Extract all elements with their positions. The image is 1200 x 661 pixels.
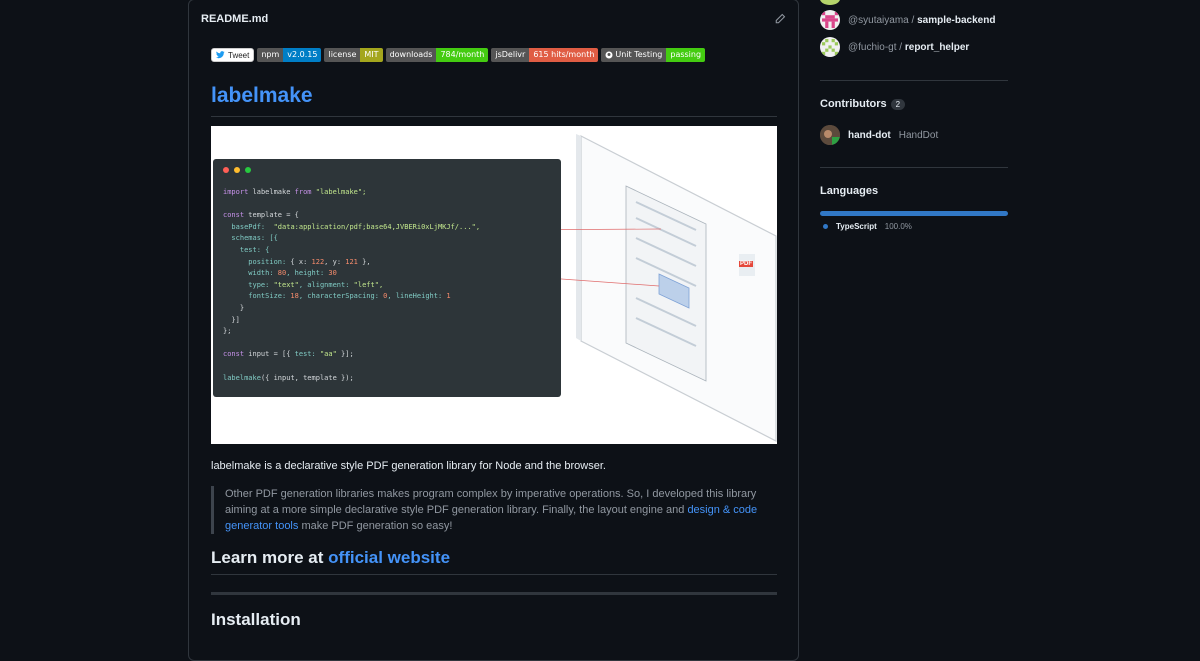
dependent-owner: @syutaiyama <box>848 14 909 26</box>
github-icon <box>605 51 613 59</box>
horizontal-rule <box>211 592 777 595</box>
identicon-avatar <box>820 37 840 57</box>
tweet-label: Tweet <box>228 50 250 60</box>
code-sample: import labelmake from "labelmake"; const… <box>223 188 481 382</box>
learn-more-prefix: Learn more at <box>211 548 329 567</box>
contributor-login: hand-dot <box>848 129 891 141</box>
readme-title-heading: labelmake <box>211 84 777 117</box>
readme-content: Tweet npm v2.0.15 license MIT downloads 784… <box>211 48 777 629</box>
window-minimize-dot <box>234 167 240 173</box>
learn-more-heading: Learn more at official website <box>211 548 777 575</box>
pdf-file-label: PDF <box>739 261 753 267</box>
code-window: import labelmake from "labelmake"; const… <box>213 159 561 397</box>
contributor-name: HandDot <box>898 129 939 141</box>
window-maximize-dot <box>245 167 251 173</box>
dependent-repo: report_helper <box>904 41 970 53</box>
readme-panel: README.md Tweet npm v2.0.15 license MIT do… <box>188 0 799 661</box>
identicon-avatar <box>820 10 840 30</box>
avatar-photo-icon <box>820 125 840 145</box>
jsdelivr-badge[interactable]: jsDelivr 615 hits/month <box>491 48 599 62</box>
badge-label: downloads <box>385 48 437 62</box>
sidebar-divider <box>820 80 1008 81</box>
readme-description: labelmake is a declarative style PDF gen… <box>211 460 606 472</box>
official-website-link[interactable]: official website <box>328 548 450 567</box>
identicon-icon <box>822 39 838 55</box>
sidebar-divider <box>820 167 1008 168</box>
hero-image: import labelmake from "labelmake"; const… <box>211 126 777 444</box>
readme-filename: README.md <box>201 13 269 25</box>
dependent-item[interactable]: @syutaiyama / sample-backend <box>820 10 995 30</box>
npm-badge[interactable]: npm v2.0.15 <box>257 48 322 62</box>
contributors-heading[interactable]: Contributors 2 <box>820 98 906 110</box>
twitter-icon <box>216 51 225 59</box>
badge-value: passing <box>666 48 706 62</box>
tweet-badge[interactable]: Tweet <box>211 48 255 62</box>
badge-value: 784/month <box>436 48 489 62</box>
badge-label: license <box>324 48 361 62</box>
dependent-separator: / <box>899 41 903 53</box>
badge-value: v2.0.15 <box>283 48 322 62</box>
contributors-count-badge: 2 <box>890 98 906 110</box>
contributor-item[interactable]: hand-dot HandDot <box>820 125 938 145</box>
language-name: TypeScript <box>836 222 877 231</box>
pdf-file-icon: PDF <box>739 254 755 276</box>
readme-blockquote: Other PDF generation libraries makes pro… <box>211 486 765 534</box>
window-close-dot <box>223 167 229 173</box>
language-item[interactable]: TypeScript 100.0% <box>823 222 912 231</box>
dependent-repo: sample-backend <box>917 14 996 26</box>
quote-text: Other PDF generation libraries makes pro… <box>225 488 757 516</box>
identicon-icon <box>822 12 838 28</box>
dependent-owner: @fuchio-gt <box>848 41 897 53</box>
typescript-color-dot <box>823 224 828 229</box>
contributors-label: Contributors <box>820 98 887 110</box>
dependent-item[interactable]: @fuchio-gt / report_helper <box>820 37 969 57</box>
license-badge[interactable]: license MIT <box>324 48 383 62</box>
unit-testing-badge[interactable]: Unit Testing passing <box>601 48 706 62</box>
avatar <box>820 125 840 145</box>
languages-heading: Languages <box>820 185 879 197</box>
readme-header: README.md <box>189 0 798 38</box>
downloads-badge[interactable]: downloads 784/month <box>385 48 489 62</box>
installation-heading: Installation <box>211 610 301 629</box>
language-bar <box>820 211 1008 216</box>
language-percent: 100.0% <box>884 222 912 231</box>
badge-label-wrap: Unit Testing <box>601 48 667 62</box>
badge-row: Tweet npm v2.0.15 license MIT downloads 784… <box>211 48 777 62</box>
dependent-avatar-partial <box>820 0 840 5</box>
badge-label: jsDelivr <box>491 48 530 62</box>
badge-label: Unit Testing <box>615 50 663 59</box>
quote-tail: make PDF generation so easy! <box>298 520 453 532</box>
dependent-separator: / <box>911 14 915 26</box>
badge-value: MIT <box>360 48 383 62</box>
badge-label: npm <box>257 48 284 62</box>
badge-value: 615 hits/month <box>529 48 599 62</box>
pencil-icon[interactable] <box>774 13 786 25</box>
